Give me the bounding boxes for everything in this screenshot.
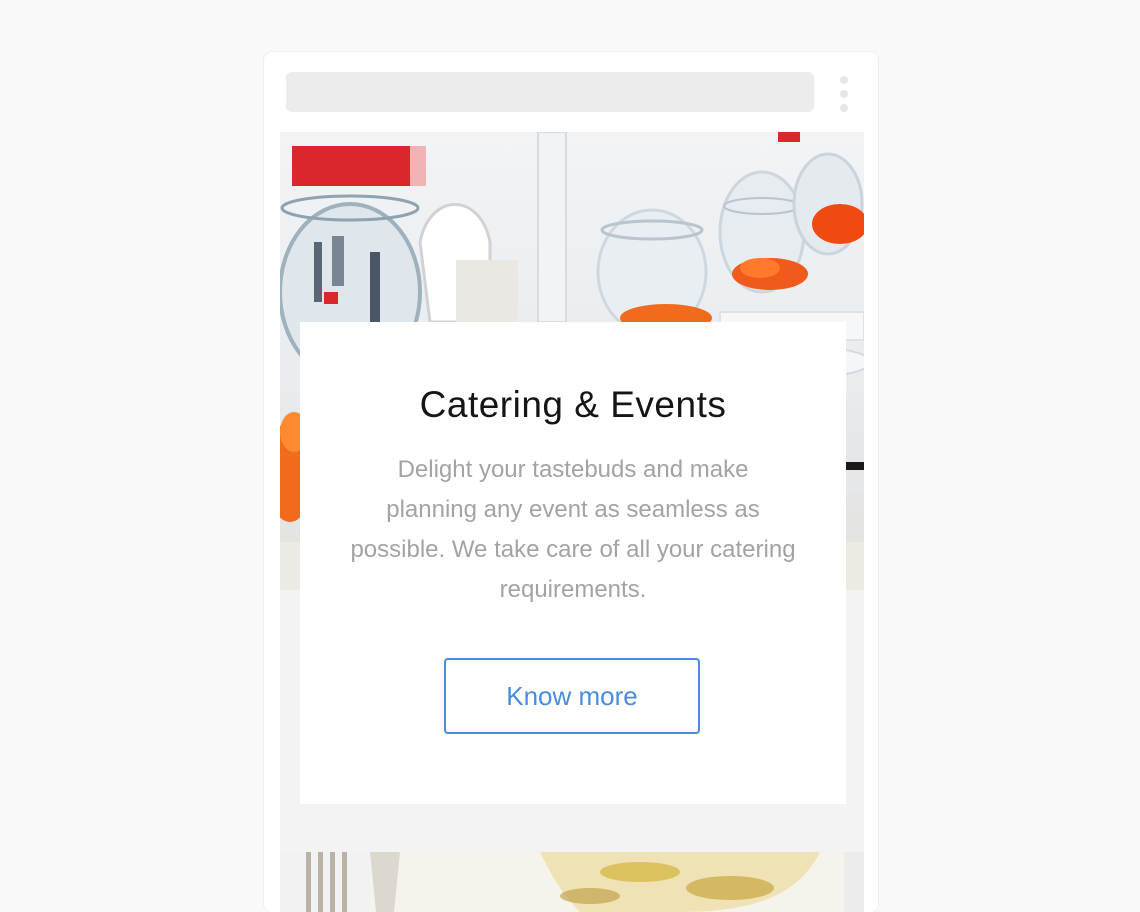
kebab-menu-icon[interactable] (836, 76, 852, 112)
catering-events-card: Catering & Events Delight your tastebuds… (300, 322, 846, 804)
page-content: Catering & Events Delight your tastebuds… (280, 132, 864, 912)
mobile-browser-frame: Catering & Events Delight your tastebuds… (264, 52, 878, 912)
card-title: Catering & Events (419, 384, 727, 425)
address-bar[interactable] (286, 72, 814, 112)
know-more-button[interactable]: Know more (444, 658, 700, 734)
food-image-preview (280, 852, 864, 912)
card-description: Delight your tastebuds and make planning… (350, 456, 796, 603)
